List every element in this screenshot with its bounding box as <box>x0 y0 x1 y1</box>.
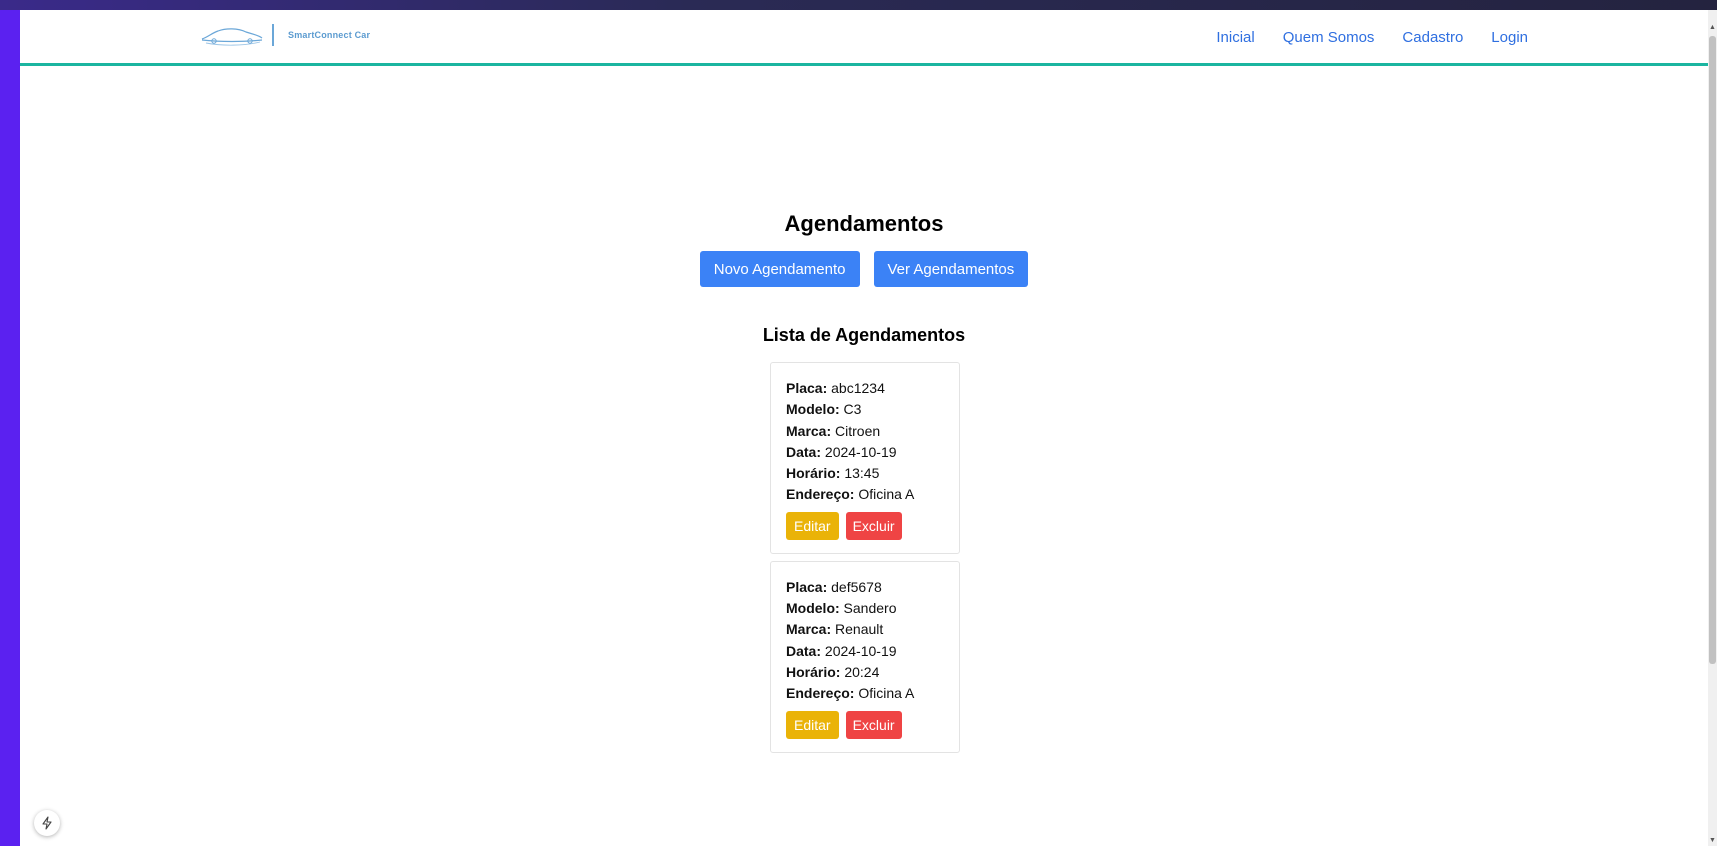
field-horario: Horário: 20:24 <box>786 662 945 683</box>
main-nav: Inicial Quem Somos Cadastro Login <box>1216 29 1528 46</box>
scroll-up-arrow-icon[interactable]: ▲ <box>1708 24 1717 31</box>
field-label: Modelo: <box>786 600 840 617</box>
field-endereco: Endereço: Oficina A <box>786 683 945 704</box>
field-marca: Marca: Renault <box>786 619 945 640</box>
field-value: 2024-10-19 <box>824 642 897 659</box>
field-label: Marca: <box>786 621 832 638</box>
field-endereco: Endereço: Oficina A <box>786 484 945 505</box>
field-modelo: Modelo: Sandero <box>786 598 945 619</box>
view-appointments-button[interactable]: Ver Agendamentos <box>873 251 1029 287</box>
field-placa: Placa: def5678 <box>786 577 945 598</box>
logo-divider <box>272 24 274 46</box>
field-label: Horário: <box>786 465 841 482</box>
nav-link-inicial[interactable]: Inicial <box>1216 29 1254 46</box>
new-appointment-button[interactable]: Novo Agendamento <box>699 251 860 287</box>
field-value: 20:24 <box>844 663 880 680</box>
appointment-card: Placa: def5678 Modelo: Sandero Marca: Re… <box>770 560 960 753</box>
card-actions: Editar Excluir <box>786 511 945 540</box>
field-data: Data: 2024-10-19 <box>786 641 945 662</box>
action-buttons: Novo Agendamento Ver Agendamentos <box>20 251 1708 287</box>
nav-link-quem-somos[interactable]: Quem Somos <box>1283 29 1375 46</box>
field-data: Data: 2024-10-19 <box>786 442 945 463</box>
field-value: Oficina A <box>858 486 915 503</box>
nav-link-login[interactable]: Login <box>1491 29 1528 46</box>
scroll-down-arrow-icon[interactable]: ▼ <box>1708 837 1717 844</box>
field-value: C3 <box>843 401 862 418</box>
logo[interactable]: SmartConnect Car <box>200 22 370 48</box>
field-value: abc1234 <box>831 380 885 396</box>
vertical-scrollbar[interactable]: ▲ ▼ <box>1708 10 1717 846</box>
field-value: Oficina A <box>858 685 915 702</box>
field-value: 2024-10-19 <box>824 443 897 460</box>
page-title: Agendamentos <box>784 211 944 236</box>
field-label: Data: <box>786 443 822 460</box>
delete-button[interactable]: Excluir <box>845 511 902 540</box>
field-marca: Marca: Citroen <box>786 421 945 442</box>
field-label: Placa: <box>786 578 828 595</box>
field-value: 13:45 <box>844 465 880 482</box>
brand-name: SmartConnect Car <box>288 30 371 40</box>
scrollbar-thumb[interactable] <box>1709 36 1716 664</box>
lightning-icon <box>42 816 52 830</box>
field-label: Endereço: <box>786 486 855 503</box>
edit-button[interactable]: Editar <box>786 710 839 739</box>
field-value: def5678 <box>831 578 882 595</box>
field-label: Placa: <box>786 380 828 396</box>
car-outline-icon <box>201 28 263 46</box>
field-label: Modelo: <box>786 401 840 418</box>
edit-button[interactable]: Editar <box>786 511 839 540</box>
field-value: Citroen <box>835 422 881 439</box>
field-horario: Horário: 13:45 <box>786 463 945 484</box>
list-title: Lista de Agendamentos <box>762 325 966 345</box>
window-top-band <box>0 0 1717 10</box>
delete-button[interactable]: Excluir <box>845 710 902 739</box>
nav-link-cadastro[interactable]: Cadastro <box>1402 29 1463 46</box>
floating-action-button[interactable] <box>34 810 60 836</box>
field-label: Endereço: <box>786 685 855 702</box>
field-value: Sandero <box>843 600 897 617</box>
appointment-card: Placa: abc1234 Modelo: C3 Marca: Citroen… <box>770 362 960 554</box>
field-label: Marca: <box>786 422 832 439</box>
appointment-list: Placa: abc1234 Modelo: C3 Marca: Citroen… <box>770 362 960 760</box>
field-placa: Placa: abc1234 <box>786 378 945 399</box>
field-modelo: Modelo: C3 <box>786 399 945 420</box>
field-label: Horário: <box>786 663 841 680</box>
browser-viewport: SmartConnect Car Inicial Quem Somos Cada… <box>20 10 1708 846</box>
field-label: Data: <box>786 642 822 659</box>
field-value: Renault <box>835 621 884 638</box>
site-header: SmartConnect Car Inicial Quem Somos Cada… <box>20 10 1708 66</box>
card-actions: Editar Excluir <box>786 710 945 739</box>
